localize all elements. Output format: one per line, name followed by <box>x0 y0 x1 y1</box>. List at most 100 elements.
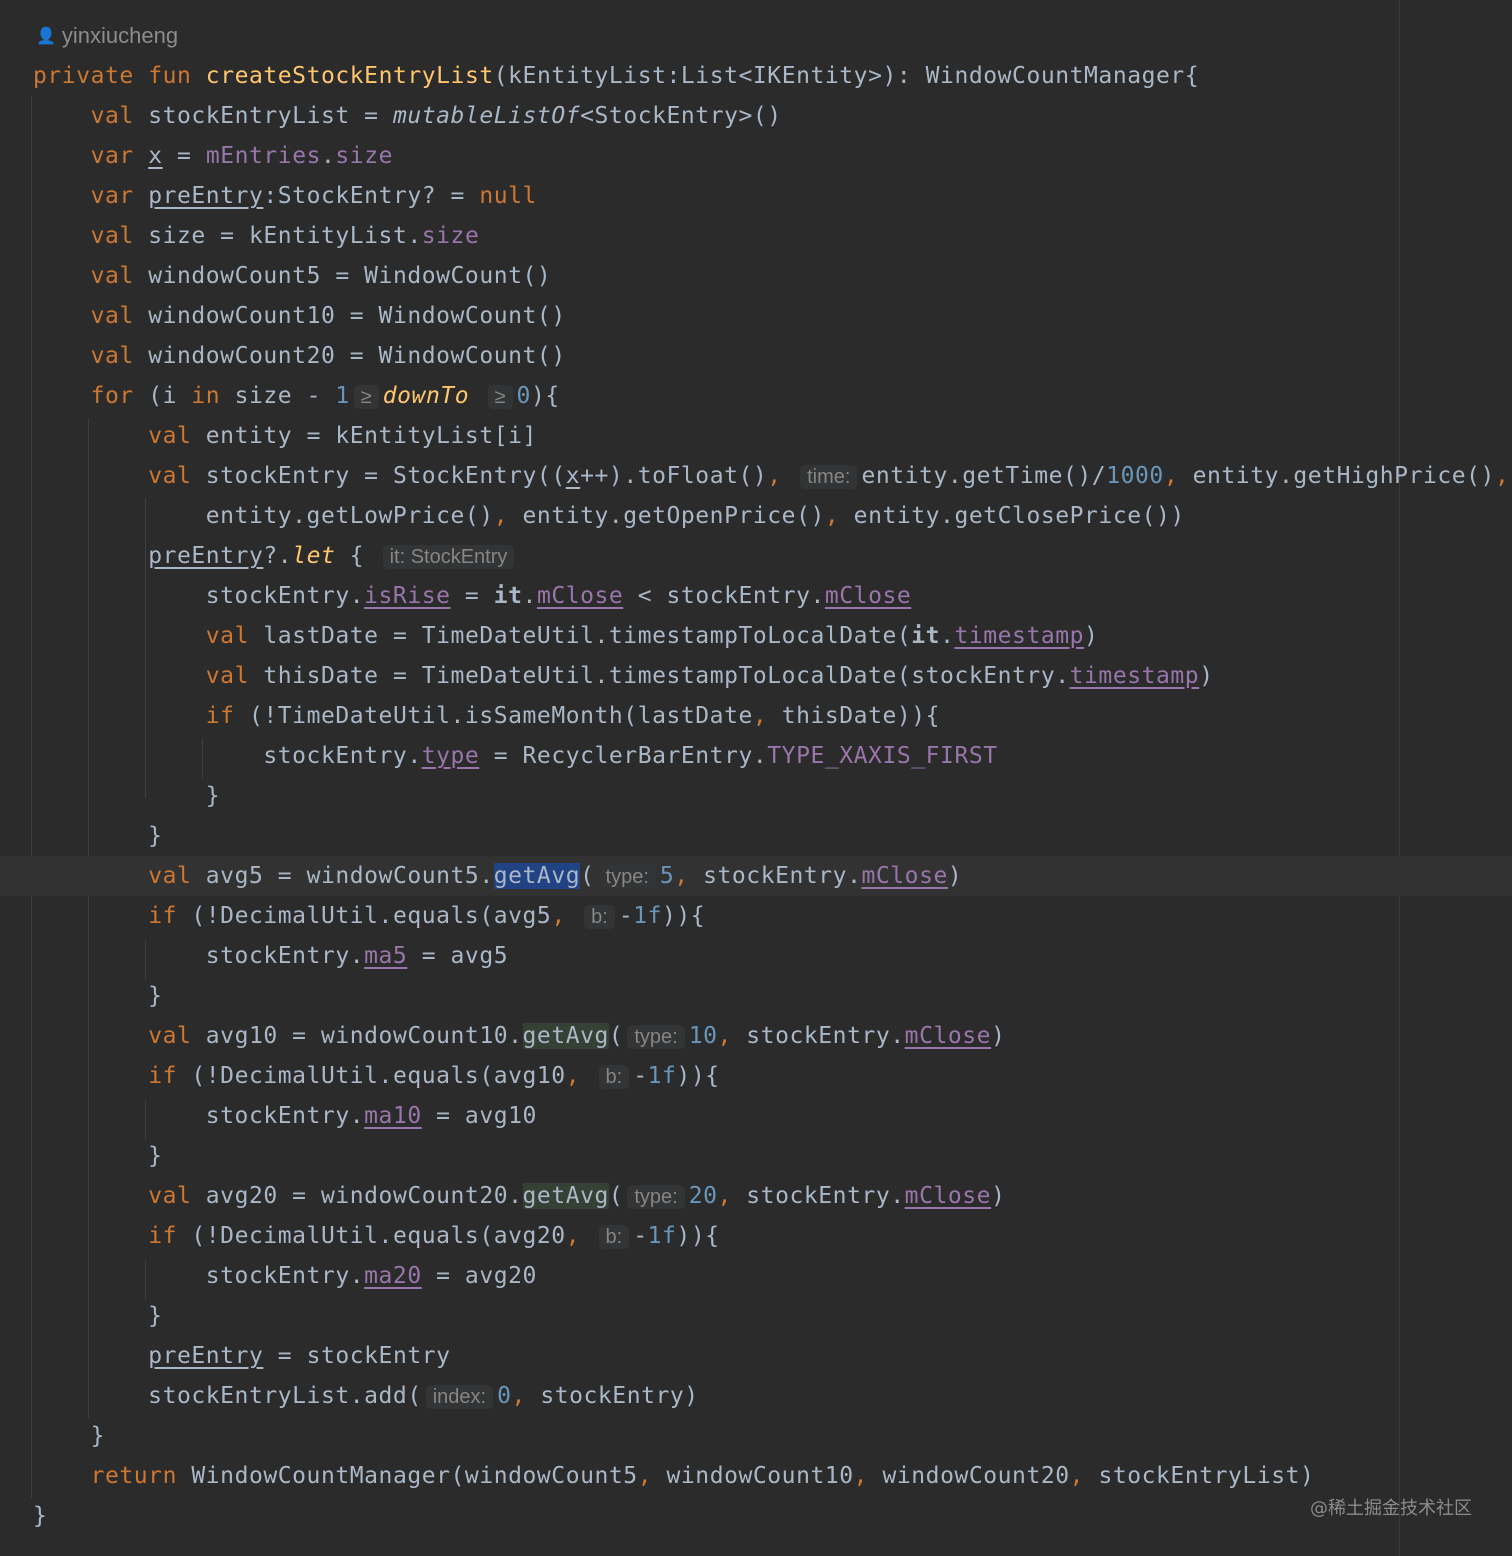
code-token: val <box>148 423 192 449</box>
code-line[interactable]: if (!DecimalUtil.equals(avg5, b: -1f)){ <box>0 896 1512 936</box>
code-token: stockEntry. <box>33 583 365 609</box>
code-token: entity = kEntityList[i] <box>191 423 537 449</box>
code-token: val <box>90 103 134 129</box>
code-line[interactable]: if (!DecimalUtil.equals(avg20, b: -1f)){ <box>0 1216 1512 1256</box>
code-token: entity.getClosePrice()) <box>839 503 1185 529</box>
code-token: null <box>479 183 537 209</box>
code-line[interactable]: } <box>0 1496 1512 1536</box>
code-line[interactable]: val lastDate = TimeDateUtil.timestampToL… <box>0 616 1512 656</box>
code-line[interactable]: val size = kEntityList.size <box>0 216 1512 256</box>
code-token: entity.getOpenPrice() <box>508 503 825 529</box>
code-line[interactable]: } <box>0 1296 1512 1336</box>
code-token: = stockEntry <box>263 1343 451 1369</box>
code-line[interactable]: if (!TimeDateUtil.isSameMonth(lastDate, … <box>0 696 1512 736</box>
code-line[interactable]: } <box>0 1136 1512 1176</box>
code-token: (!DecimalUtil.equals(avg10 <box>176 1063 566 1089</box>
code-token: val <box>205 663 249 689</box>
code-token: return <box>90 1463 177 1489</box>
code-token: stockEntry. <box>33 1263 365 1289</box>
code-line[interactable]: entity.getLowPrice(), entity.getOpenPric… <box>0 496 1512 536</box>
code-token: ma10 <box>364 1103 422 1129</box>
code-token: (!TimeDateUtil.isSameMonth(lastDate <box>234 703 753 729</box>
code-token: mClose <box>824 583 912 609</box>
code-token: thisDate)){ <box>767 703 941 729</box>
code-token: ) <box>1084 623 1099 649</box>
code-line[interactable]: val entity = kEntityList[i] <box>0 416 1512 456</box>
code-token: if <box>148 903 177 929</box>
code-token: } <box>33 783 221 809</box>
code-line[interactable]: stockEntryList.add(index: 0, stockEntry) <box>0 1376 1512 1416</box>
inlay-hint: b: <box>598 1065 630 1089</box>
code-token: stockEntry. <box>33 743 422 769</box>
code-token: windowCount5 = WindowCount() <box>133 263 552 289</box>
code-editor[interactable]: 👤 yinxiucheng private fun createStockEntr… <box>0 0 1512 1556</box>
code-token: it <box>911 623 941 649</box>
code-line[interactable]: for (i in size - 1 ≥ downTo ≥0){ <box>0 376 1512 416</box>
code-line[interactable]: preEntry = stockEntry <box>0 1336 1512 1376</box>
code-line[interactable]: val avg10 = windowCount10.getAvg(type: 10… <box>0 1016 1512 1056</box>
code-line[interactable]: val stockEntry = StockEntry((x++).toFloa… <box>0 456 1512 496</box>
code-token: , <box>1069 1463 1085 1489</box>
code-token: preEntry <box>148 183 264 209</box>
code-line[interactable]: } <box>0 1416 1512 1456</box>
code-line[interactable]: stockEntry.ma10 = avg10 <box>0 1096 1512 1136</box>
code-token: ) <box>991 1023 1006 1049</box>
code-author-hint[interactable]: 👤 yinxiucheng <box>36 18 178 54</box>
code-token: val <box>205 623 249 649</box>
code-line[interactable]: return WindowCountManager(windowCount5, … <box>0 1456 1512 1496</box>
code-token: it <box>493 583 523 609</box>
code-token: , <box>565 1223 581 1249</box>
code-token: , <box>493 503 509 529</box>
code-line[interactable]: } <box>0 776 1512 816</box>
code-token: entity.getTime()/ <box>861 463 1107 489</box>
code-token: - <box>633 1223 648 1249</box>
code-line[interactable]: val windowCount5 = WindowCount() <box>0 256 1512 296</box>
code-token: 5 <box>659 863 675 889</box>
code-line[interactable]: val windowCount20 = WindowCount() <box>0 336 1512 376</box>
inlay-hint: b: <box>598 1225 630 1249</box>
code-token: type <box>421 743 480 769</box>
code-line[interactable]: private fun createStockEntryList(kEntity… <box>0 56 1512 96</box>
code-token: ma5 <box>364 943 408 969</box>
code-line[interactable]: var x = mEntries.size <box>0 136 1512 176</box>
code-token: ++).toFloat() <box>580 463 768 489</box>
code-token: 0 <box>497 1383 512 1409</box>
code-line[interactable]: var preEntry:StockEntry? = null <box>0 176 1512 216</box>
code-line[interactable]: preEntry?.let { it: StockEntry <box>0 536 1512 576</box>
code-token: 1f <box>633 903 663 929</box>
code-token: , <box>511 1383 526 1409</box>
watermark: @稀土掘金技术社区 <box>1310 1498 1472 1519</box>
code-token: } <box>33 1423 105 1449</box>
code-line[interactable]: stockEntry.ma5 = avg5 <box>0 936 1512 976</box>
code-line[interactable]: val thisDate = TimeDateUtil.timestampToL… <box>0 656 1512 696</box>
code-token: , <box>717 1183 732 1209</box>
code-token: } <box>33 823 163 849</box>
code-line[interactable]: } <box>0 816 1512 856</box>
code-token: (!DecimalUtil.equals(avg5 <box>176 903 552 929</box>
code-line[interactable]: val windowCount10 = WindowCount() <box>0 296 1512 336</box>
code-line[interactable]: if (!DecimalUtil.equals(avg10, b: -1f)){ <box>0 1056 1512 1096</box>
inlay-hint: time: <box>800 465 858 489</box>
code-token: preEntry <box>148 1343 264 1369</box>
code-line[interactable]: } <box>0 976 1512 1016</box>
person-icon: 👤 <box>36 28 56 45</box>
code-token: , <box>717 1023 732 1049</box>
code-token: , <box>824 503 840 529</box>
code-line[interactable]: stockEntry.type = RecyclerBarEntry.TYPE_… <box>0 736 1512 776</box>
code-line[interactable]: stockEntry.ma20 = avg20 <box>0 1256 1512 1296</box>
code-token: , <box>767 463 782 489</box>
code-token: stockEntry. <box>731 1023 905 1049</box>
code-line[interactable]: val avg5 = windowCount5.getAvg(type: 5, s… <box>0 856 1512 896</box>
code-line[interactable]: val stockEntryList = mutableListOf<Stock… <box>0 96 1512 136</box>
code-token: 1000 <box>1106 463 1164 489</box>
code-token: 20 <box>688 1183 718 1209</box>
code-line[interactable]: val avg20 = windowCount20.getAvg(type: 20… <box>0 1176 1512 1216</box>
code-token: var <box>90 183 134 209</box>
code-line[interactable]: stockEntry.isRise = it.mClose < stockEnt… <box>0 576 1512 616</box>
